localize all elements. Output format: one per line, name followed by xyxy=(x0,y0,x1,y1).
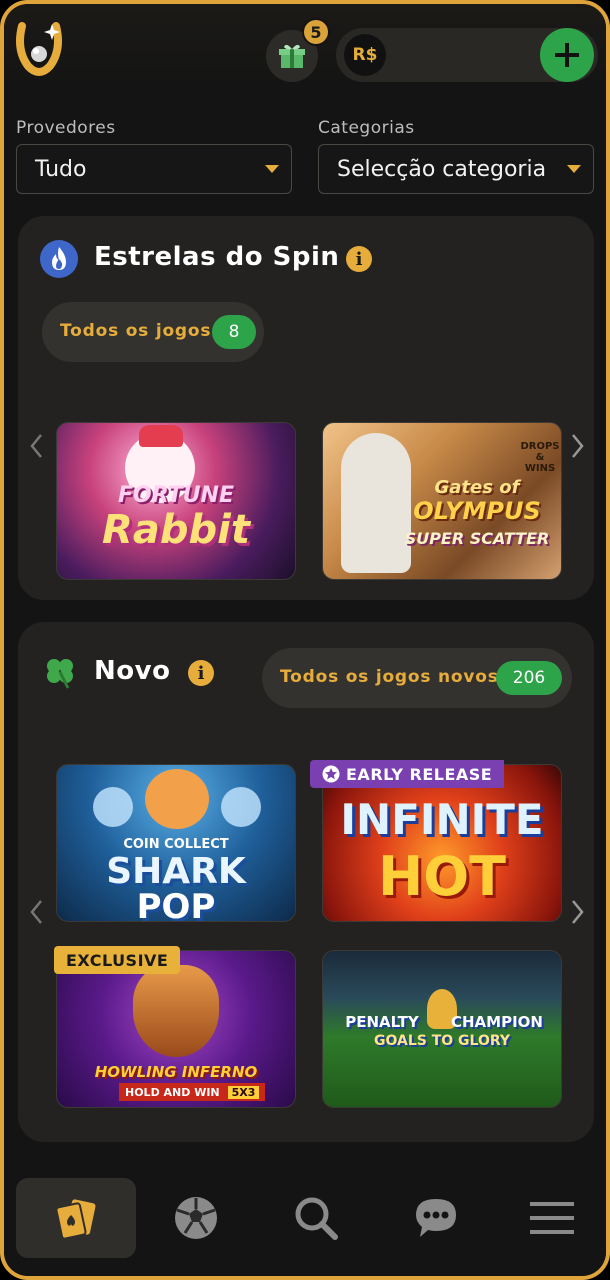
wolf-illustration xyxy=(133,965,219,1057)
bubble-shape xyxy=(93,787,133,827)
game-tile-shark-pop[interactable]: COIN COLLECT SHARK POP xyxy=(56,764,296,922)
game-title-line1: FORTUNE xyxy=(118,483,234,508)
gift-count-badge: 5 xyxy=(302,18,330,46)
badge-grid-size: 5X3 xyxy=(227,1085,260,1099)
deposit-add-button[interactable] xyxy=(540,28,594,82)
game-tile-penalty-champion[interactable]: PENALTY CHAMPION GOALS TO GLORY xyxy=(322,950,562,1108)
game-title-line2: HOT xyxy=(378,845,506,908)
app-frame: 5 R$ Provedores Tudo Categorias Selecção… xyxy=(0,0,610,1280)
all-new-games-label: Todos os jogos novos xyxy=(280,667,499,687)
chevron-down-icon xyxy=(567,165,581,173)
exclusive-ribbon: EXCLUSIVE xyxy=(54,946,181,974)
all-games-label: Todos os jogos xyxy=(60,321,212,341)
game-tile-fortune-rabbit[interactable]: FORTUNE Rabbit xyxy=(56,422,296,580)
chevron-left-icon[interactable] xyxy=(24,894,48,930)
all-games-count: 8 xyxy=(212,315,256,349)
gift-icon xyxy=(279,44,305,68)
horseshoe-logo-icon[interactable] xyxy=(14,20,64,78)
nav-search[interactable] xyxy=(256,1178,376,1258)
badge-text: HOLD AND WIN xyxy=(125,1085,220,1099)
ribbon-label: EXCLUSIVE xyxy=(66,950,169,970)
menu-icon xyxy=(530,1202,574,1234)
game-title-line1: HOWLING INFERNO xyxy=(94,1063,258,1081)
plus-icon xyxy=(555,43,579,67)
game-title-line2: CHAMPION xyxy=(451,1013,543,1031)
section-title: Novo xyxy=(94,656,171,686)
chevron-down-icon xyxy=(265,165,279,173)
game-tile-gates-of-olympus[interactable]: DROPS & WINS Gates of OLYMPUS SUPER SCAT… xyxy=(322,422,562,580)
game-title-line1: COIN COLLECT xyxy=(123,837,229,852)
bottom-navigation xyxy=(4,1164,606,1276)
nav-chat[interactable] xyxy=(376,1178,496,1258)
soccer-ball-icon xyxy=(175,1197,217,1239)
currency-symbol: R$ xyxy=(344,34,386,76)
chevron-right-icon[interactable] xyxy=(566,428,590,464)
chevron-left-icon[interactable] xyxy=(24,428,48,464)
nav-menu[interactable] xyxy=(492,1178,606,1258)
chat-icon xyxy=(416,1199,456,1237)
categories-value: Selecção categoria xyxy=(337,157,547,182)
hold-and-win-badge: HOLD AND WIN 5X3 xyxy=(119,1083,266,1101)
badge-line2: & WINS xyxy=(524,452,556,474)
info-icon[interactable]: i xyxy=(346,246,372,272)
search-icon xyxy=(295,1197,338,1240)
all-games-button[interactable]: Todos os jogos 8 xyxy=(42,302,264,362)
game-title-line2: SHARK xyxy=(106,851,246,892)
ribbon-label: EARLY RELEASE xyxy=(346,764,493,784)
game-title-line2: OLYMPUS xyxy=(413,497,541,525)
rabbit-cap xyxy=(139,425,183,447)
game-title-line2: Rabbit xyxy=(102,507,250,553)
all-new-games-count: 206 xyxy=(496,661,562,695)
bubble-shape xyxy=(221,787,261,827)
providers-select[interactable]: Tudo xyxy=(16,144,292,194)
drops-wins-badge: DROPS & WINS xyxy=(519,441,561,474)
nav-sports[interactable] xyxy=(136,1178,256,1258)
chevron-right-icon[interactable] xyxy=(566,894,590,930)
early-release-ribbon: EARLY RELEASE xyxy=(310,760,505,788)
providers-value: Tudo xyxy=(35,157,87,182)
flame-icon xyxy=(40,240,78,278)
game-title-line3: POP xyxy=(136,887,216,922)
nav-casino[interactable] xyxy=(16,1178,136,1258)
badge-line1: DROPS xyxy=(520,441,560,452)
top-bar: 5 R$ xyxy=(4,4,606,88)
section-title: Estrelas do Spin xyxy=(94,242,340,272)
shark-illustration xyxy=(145,769,209,829)
categories-select[interactable]: Selecção categoria xyxy=(318,144,594,194)
new-games-section: Novo i Todos os jogos novos 206 COIN COL… xyxy=(18,622,594,1142)
providers-label: Provedores xyxy=(16,118,116,138)
star-icon xyxy=(322,765,340,783)
game-title-line3: GOALS TO GLORY xyxy=(373,1033,511,1049)
clover-icon xyxy=(42,654,78,694)
spin-stars-section: Estrelas do Spin i Todos os jogos 8 FORT… xyxy=(18,216,594,600)
all-new-games-button[interactable]: Todos os jogos novos 206 xyxy=(262,648,572,708)
game-title-line1: INFINITE xyxy=(340,795,544,844)
game-subtitle: SUPER SCATTER xyxy=(404,529,550,548)
info-icon[interactable]: i xyxy=(188,660,214,686)
cards-icon xyxy=(55,1199,96,1240)
categories-label: Categorias xyxy=(318,118,415,138)
game-title-line1: Gates of xyxy=(434,477,520,498)
